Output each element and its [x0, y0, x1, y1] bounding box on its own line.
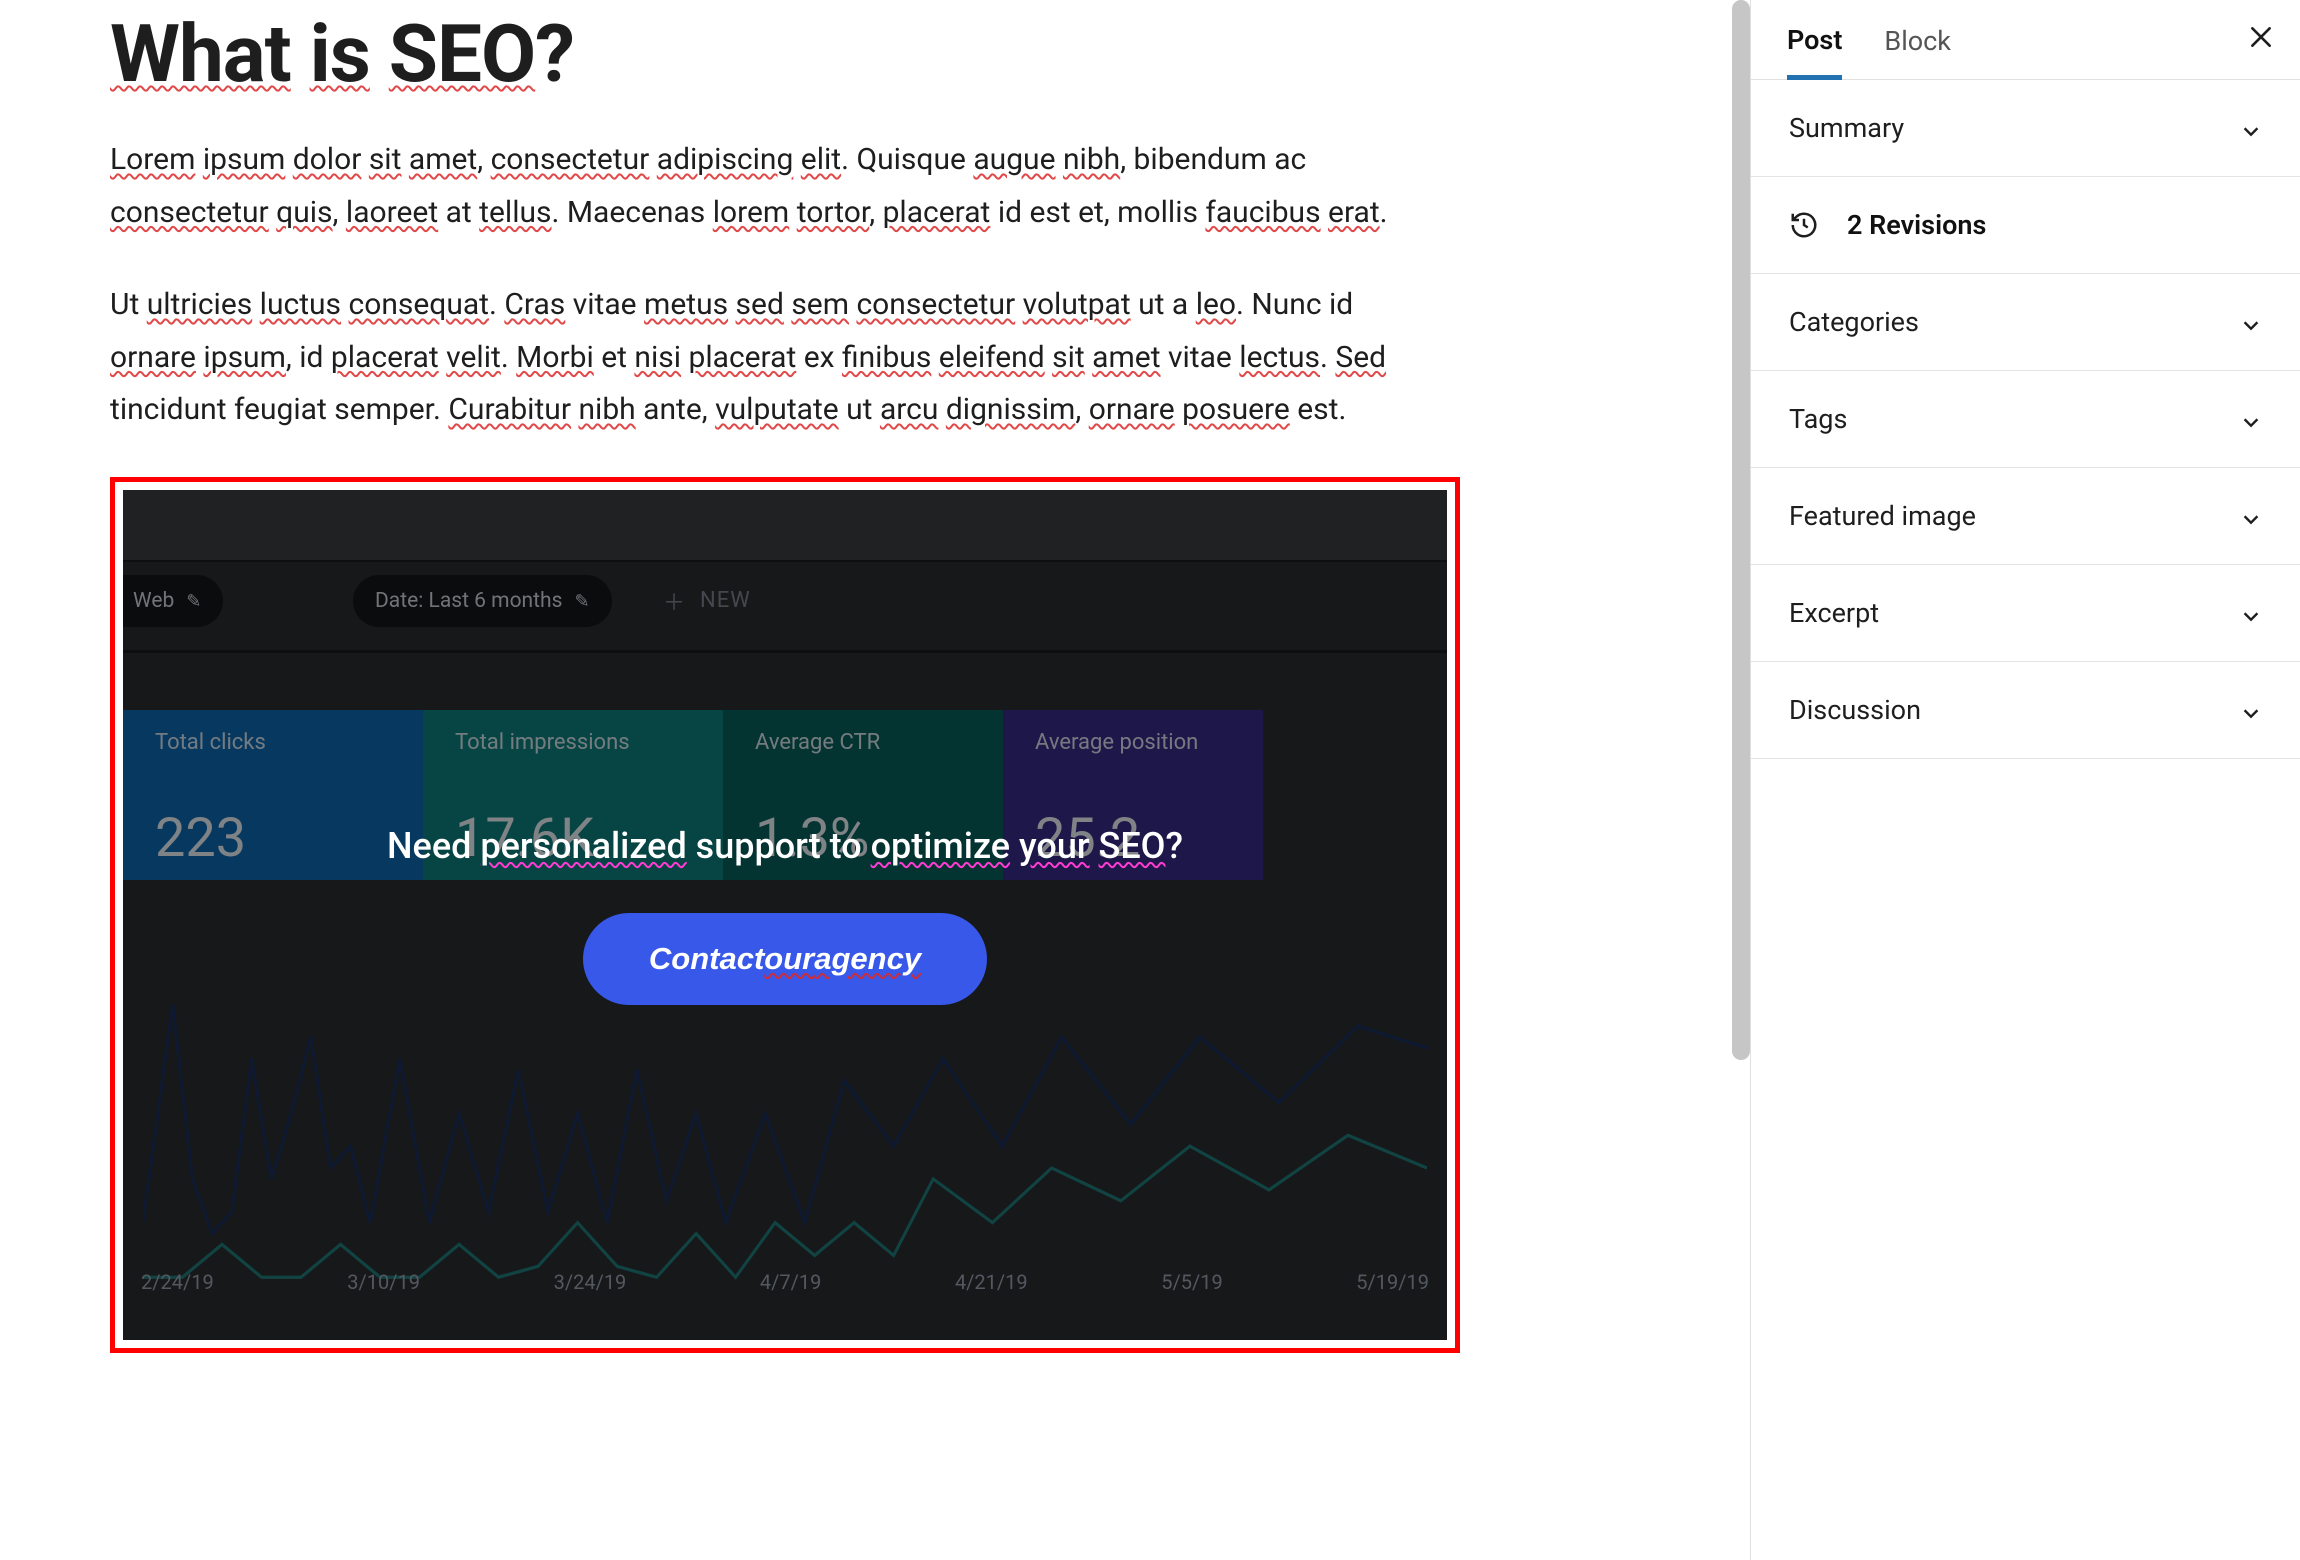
post-title[interactable]: What is SEO?: [110, 10, 1540, 98]
chevron-down-icon: [2240, 602, 2262, 624]
panel-summary[interactable]: Summary: [1751, 80, 2300, 177]
title-word: SEO: [389, 7, 535, 101]
chevron-down-icon: [2240, 408, 2262, 430]
cover-block[interactable]: Web Date: Last 6 months ＋ NEW Tot: [123, 490, 1447, 1340]
close-sidebar-button[interactable]: [2248, 24, 2274, 56]
tab-block[interactable]: Block: [1884, 25, 1951, 79]
selected-cover-block[interactable]: Web Date: Last 6 months ＋ NEW Tot: [110, 477, 1460, 1353]
chevron-down-icon: [2240, 117, 2262, 139]
tab-post[interactable]: Post: [1787, 24, 1842, 80]
cta-heading[interactable]: Need personalized support to optimize yo…: [387, 825, 1183, 867]
title-word: is: [310, 7, 370, 101]
paragraph-block[interactable]: Ut ultricies luctus consequat. Cras vita…: [110, 279, 1410, 437]
title-word: What: [110, 7, 291, 101]
panel-label: Discussion: [1789, 694, 1921, 726]
sidebar-tabs: Post Block: [1751, 0, 2300, 80]
close-icon: [2248, 24, 2274, 50]
paragraph-block[interactable]: Lorem ipsum dolor sit amet, consectetur …: [110, 134, 1410, 239]
chevron-down-icon: [2240, 311, 2262, 333]
editor-app: What is SEO? Lorem ipsum dolor sit amet,…: [0, 0, 2300, 1560]
panel-label: 2 Revisions: [1847, 209, 1986, 241]
editor-scrollbar[interactable]: [1732, 0, 1750, 1060]
chevron-down-icon: [2240, 505, 2262, 527]
panel-discussion[interactable]: Discussion: [1751, 662, 2300, 759]
editor-content: What is SEO? Lorem ipsum dolor sit amet,…: [0, 10, 1540, 1353]
panel-label: Summary: [1789, 112, 1904, 144]
panel-categories[interactable]: Categories: [1751, 274, 2300, 371]
panel-label: Tags: [1789, 403, 1847, 435]
panel-excerpt[interactable]: Excerpt: [1751, 565, 2300, 662]
editor-canvas[interactable]: What is SEO? Lorem ipsum dolor sit amet,…: [0, 0, 1750, 1560]
panel-label: Categories: [1789, 306, 1919, 338]
panel-featured-image[interactable]: Featured image: [1751, 468, 2300, 565]
panel-tags[interactable]: Tags: [1751, 371, 2300, 468]
panel-label: Featured image: [1789, 500, 1976, 532]
settings-sidebar: Post Block Summary 2 Revisions Categorie…: [1750, 0, 2300, 1560]
cover-content: Need personalized support to optimize yo…: [123, 490, 1447, 1340]
history-icon: [1789, 210, 1819, 240]
chevron-down-icon: [2240, 699, 2262, 721]
cta-button[interactable]: Contact our agency: [583, 913, 987, 1005]
panel-revisions[interactable]: 2 Revisions: [1751, 177, 2300, 274]
panel-label: Excerpt: [1789, 597, 1879, 629]
